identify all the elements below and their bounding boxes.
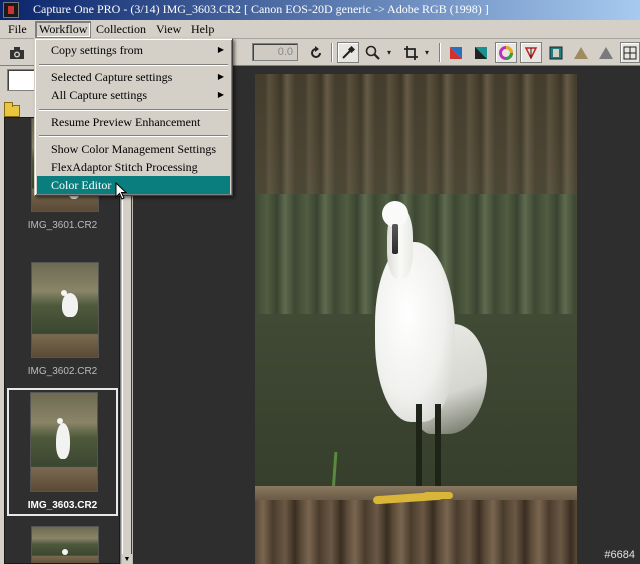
menu-help[interactable]: Help [188,22,217,36]
levels-icon[interactable] [520,42,542,63]
submenu-arrow-icon: ▶ [217,45,224,54]
thumbnail-label: IMG_3603.CR2 [27,500,98,511]
menu-workflow[interactable]: Workflow [35,21,92,38]
window-title: Capture One PRO - (3/14) IMG_3603.CR2 [ … [33,2,489,16]
menu-separator [39,135,228,137]
folder-icon[interactable] [4,102,20,117]
menu-collection[interactable]: Collection [93,22,149,36]
thumbnail-item-selected[interactable]: IMG_3603.CR2 [7,388,118,516]
image-id-label: #6684 [604,549,635,561]
value-field[interactable]: 0.0 [252,43,298,61]
thumbnail-image[interactable] [31,262,99,358]
app-icon [3,2,19,18]
thumbnail-image[interactable] [30,392,98,492]
menu-item-label: Show Color Management Settings [51,142,216,156]
eyedropper-icon[interactable] [337,42,359,63]
thumbnail-label: IMG_3602.CR2 [27,366,98,377]
menu-item-label: Selected Capture settings [51,70,173,84]
rotate-icon[interactable] [305,42,327,63]
scroll-down-icon[interactable]: ▼ [122,554,132,564]
toolbar-separator [439,43,441,62]
browser-filter-input[interactable] [7,69,37,91]
title-bar[interactable]: Capture One PRO - (3/14) IMG_3603.CR2 [ … [0,0,640,20]
grid-icon[interactable] [620,42,640,63]
menu-item-label: All Capture settings [51,88,147,102]
submenu-arrow-icon: ▶ [217,90,224,99]
crop-dropdown-icon[interactable]: ▾ [421,42,433,63]
thumbnail-image[interactable] [31,526,99,563]
menu-item-label: Resume Preview Enhancement [51,115,201,129]
triangle-icon[interactable] [595,42,617,63]
menu-item-label: Copy settings from [51,43,143,57]
crop-icon[interactable] [400,42,422,63]
thumbnail-item[interactable] [9,526,116,563]
menu-bar: File Workflow Collection View Help [0,20,640,39]
mouse-cursor-icon [115,181,128,201]
menu-file[interactable]: File [5,22,30,36]
preview-image[interactable] [255,74,577,564]
menu-separator [39,109,228,111]
menu-item-flexadaptor-stitch-processing[interactable]: FlexAdaptor Stitch Processing [37,158,230,176]
zoom-icon[interactable] [362,42,384,63]
color-balance-icon[interactable] [445,42,467,63]
warning-icon[interactable] [570,42,592,63]
menu-item-show-color-management-settings[interactable]: Show Color Management Settings [37,140,230,158]
exposure-icon[interactable] [470,42,492,63]
thumbnail-item[interactable]: IMG_3602.CR2 [9,262,116,394]
toolbar-separator [331,43,333,62]
thumbnail-label: IMG_3601.CR2 [27,220,98,231]
menu-separator [39,64,228,66]
workflow-menu: Copy settings from ▶ Selected Capture se… [34,38,233,196]
menu-item-copy-settings-from[interactable]: Copy settings from ▶ [37,41,230,59]
menu-item-label: FlexAdaptor Stitch Processing [51,160,198,174]
menu-item-all-capture-settings[interactable]: All Capture settings ▶ [37,86,230,104]
color-wheel-icon[interactable] [495,42,517,63]
submenu-arrow-icon: ▶ [217,72,224,81]
panel-icon[interactable] [545,42,567,63]
menu-item-color-editor[interactable]: Color Editor [37,176,230,194]
menu-item-resume-preview-enhancement[interactable]: Resume Preview Enhancement [37,113,230,131]
camera-icon[interactable] [6,42,28,63]
menu-item-label: Color Editor [51,178,112,192]
menu-view[interactable]: View [153,22,184,36]
zoom-dropdown-icon[interactable]: ▾ [383,42,395,63]
menu-item-selected-capture-settings[interactable]: Selected Capture settings ▶ [37,68,230,86]
